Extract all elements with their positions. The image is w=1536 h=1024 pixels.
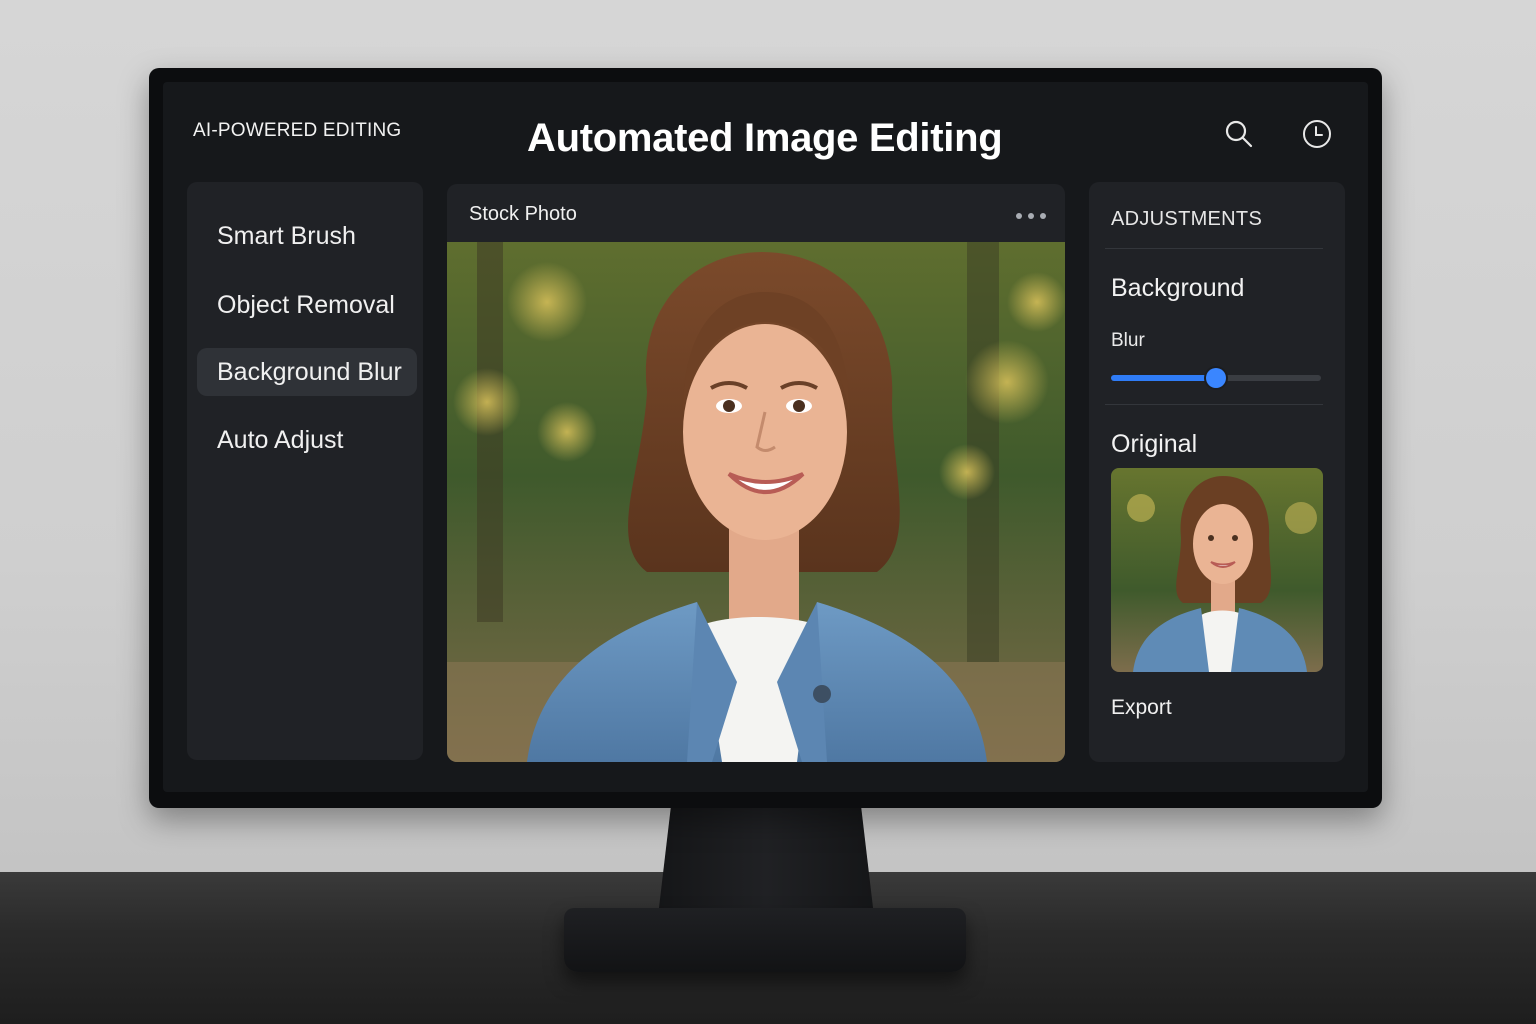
adjustments-heading: ADJUSTMENTS xyxy=(1111,208,1263,230)
divider xyxy=(1105,248,1323,249)
original-label: Original xyxy=(1111,430,1198,458)
tool-object-removal[interactable]: Object Removal xyxy=(197,281,417,329)
app-window: AI-POWERED EDITING Automated Image Editi… xyxy=(163,82,1368,792)
history-icon[interactable] xyxy=(1301,118,1333,150)
blur-slider[interactable] xyxy=(1111,368,1321,388)
page-title: Automated Image Editing xyxy=(527,116,1003,160)
tool-auto-adjust[interactable]: Auto Adjust xyxy=(197,416,417,464)
stock-photo[interactable] xyxy=(447,242,1065,762)
export-button[interactable]: Export xyxy=(1111,696,1172,720)
tools-panel: Smart Brush Object Removal Background Bl… xyxy=(187,182,423,760)
monitor-stand-base xyxy=(564,908,966,972)
monitor: AI-POWERED EDITING Automated Image Editi… xyxy=(149,68,1382,808)
monitor-stand-neck xyxy=(658,806,874,916)
viewer-title: Stock Photo xyxy=(469,203,577,225)
blur-label: Blur xyxy=(1111,330,1145,351)
viewer-header: Stock Photo xyxy=(447,184,1065,242)
more-horizontal-icon[interactable] xyxy=(1015,208,1047,219)
tool-background-blur[interactable]: Background Blur xyxy=(197,348,417,396)
search-icon[interactable] xyxy=(1223,118,1255,150)
image-viewer: Stock Photo xyxy=(447,184,1065,762)
blur-slider-handle[interactable] xyxy=(1206,368,1226,388)
original-thumbnail[interactable] xyxy=(1111,468,1323,672)
adjustments-panel: ADJUSTMENTS Background Blur Original Exp… xyxy=(1089,182,1345,762)
blur-slider-fill xyxy=(1111,375,1216,381)
tool-smart-brush[interactable]: Smart Brush xyxy=(197,212,417,260)
background-section-title: Background xyxy=(1111,274,1245,302)
divider xyxy=(1105,404,1323,405)
brand-label: AI-POWERED EDITING xyxy=(193,120,402,141)
